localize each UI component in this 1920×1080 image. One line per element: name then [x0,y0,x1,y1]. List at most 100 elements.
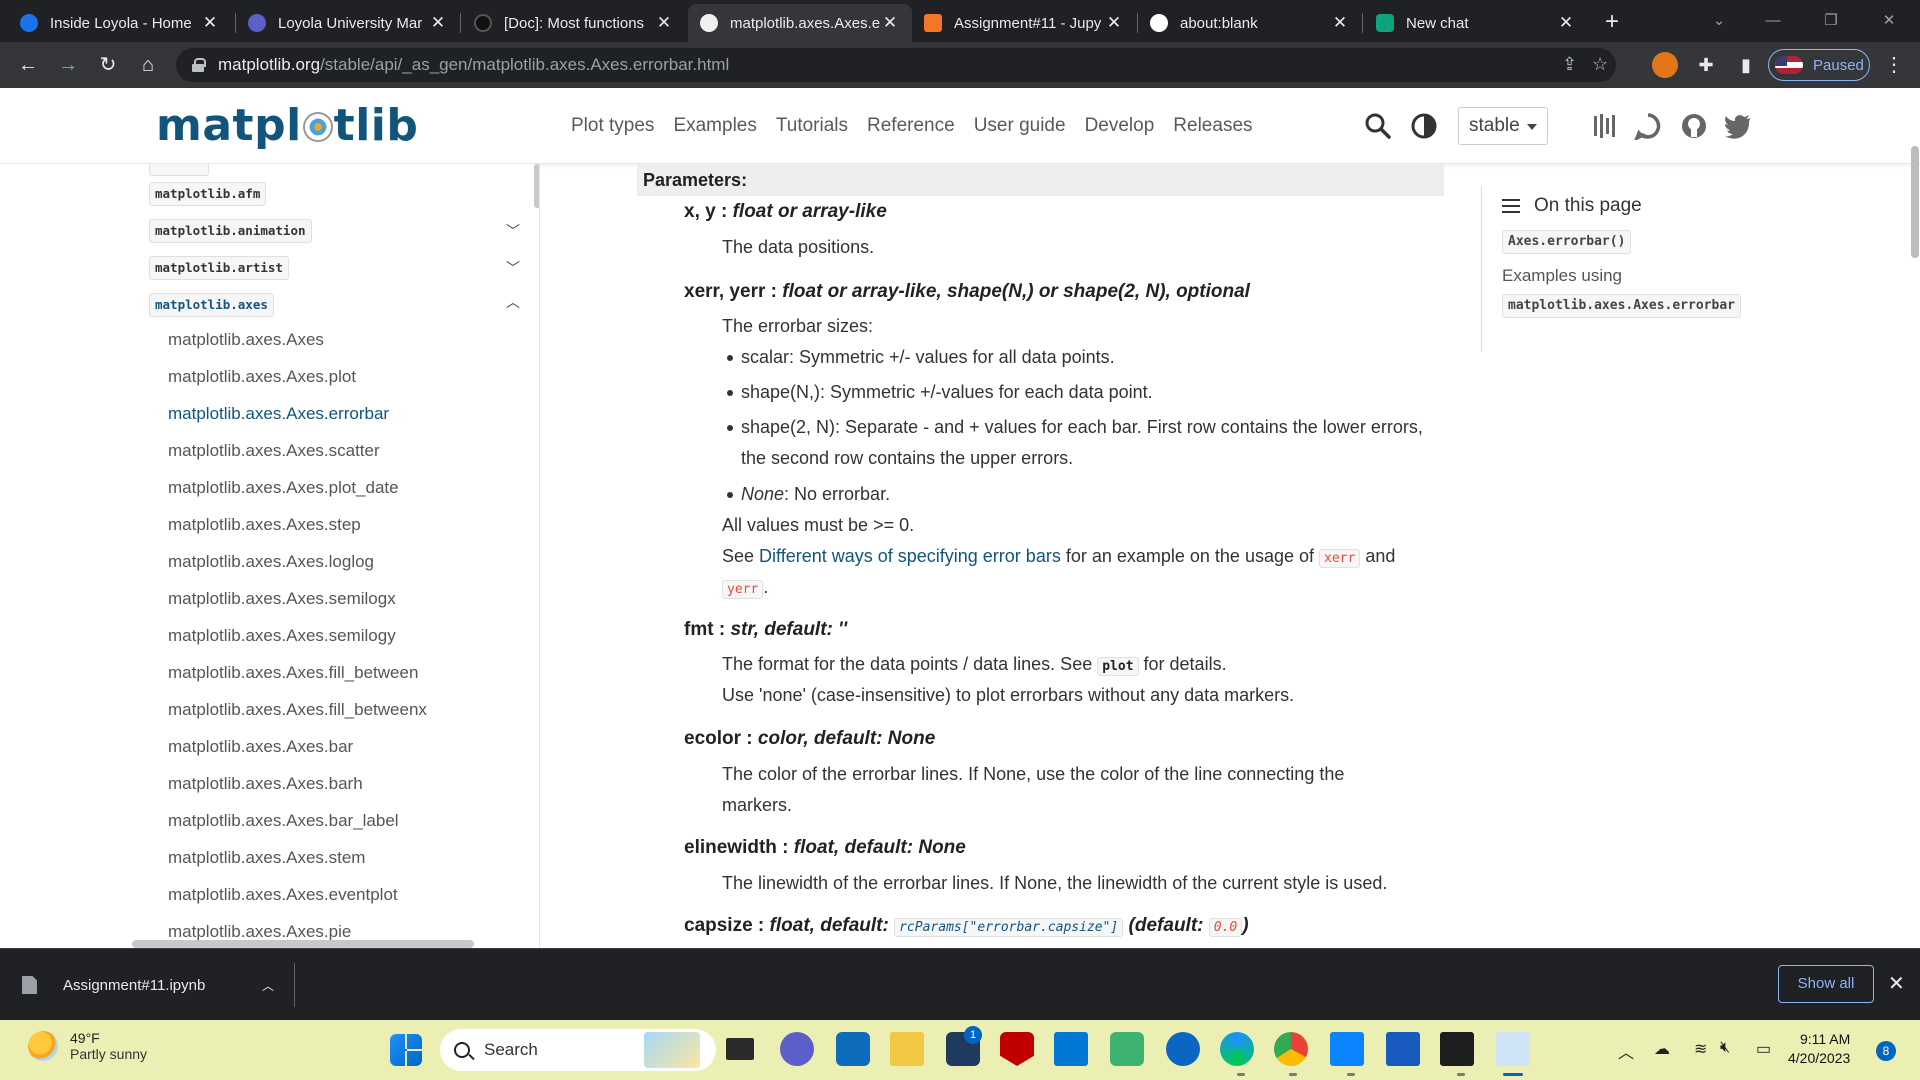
sidebar-item-barh[interactable]: matplotlib.axes.Axes.barh [168,774,363,794]
edge-icon[interactable] [1220,1032,1254,1066]
word-icon[interactable] [1386,1032,1420,1066]
weather-widget[interactable]: 49°F Partly sunny [28,1030,147,1062]
restore-button[interactable]: ❐ [1808,8,1854,34]
sidebar-module-animation[interactable]: matplotlib.animation [149,219,312,243]
sidebar-item-stem[interactable]: matplotlib.axes.Axes.stem [168,848,365,868]
outlook-icon[interactable] [836,1032,870,1066]
profile-button[interactable]: Paused [1768,49,1870,81]
address-bar[interactable]: matplotlib.org/stable/api/_as_gen/matplo… [176,48,1616,82]
sidebar-item-semilogx[interactable]: matplotlib.axes.Axes.semilogx [168,589,396,609]
sidebar-vertical-scrollbar[interactable] [534,164,539,208]
tab-new-chat[interactable]: New chat ✕ [1364,4,1588,42]
plot-code-link[interactable]: plot [1097,657,1139,676]
tab-doc-issue[interactable]: [Doc]: Most functions ✕ [462,4,686,42]
sidebar-item-fill-between[interactable]: matplotlib.axes.Axes.fill_between [168,663,418,683]
terminal-icon[interactable] [1440,1032,1474,1066]
chevron-up-icon[interactable]: ︿ [262,977,274,994]
teams-chat-icon[interactable] [780,1032,814,1066]
nav-tutorials[interactable]: Tutorials [776,115,848,137]
tab-loyola-university[interactable]: Loyola University Mar ✕ [236,4,460,42]
close-tab-icon[interactable]: ✕ [200,13,220,33]
new-tab-button[interactable]: + [1598,8,1626,36]
forum-chat-icon[interactable] [1634,112,1662,140]
search-highlight-icon[interactable] [644,1032,700,1068]
sidebar-item-errorbar[interactable]: matplotlib.axes.Axes.errorbar [168,404,389,424]
sidebar-item-fill-betweenx[interactable]: matplotlib.axes.Axes.fill_betweenx [168,700,427,720]
minimize-button[interactable]: — [1750,8,1796,34]
rcparams-code-link[interactable]: rcParams["errorbar.capsize"] [894,918,1124,937]
windows-start-icon[interactable] [390,1034,422,1066]
toc-link-errorbar[interactable]: Axes.errorbar() [1502,230,1632,254]
close-tab-icon[interactable]: ✕ [1104,13,1124,33]
sidebar-item-axes[interactable]: matplotlib.axes.Axes [168,330,324,350]
task-view-icon[interactable] [726,1038,754,1060]
theme-toggle-icon[interactable] [1410,112,1438,140]
bookmark-star-icon[interactable]: ☆ [1592,54,1608,75]
chevron-up-icon[interactable]: ︿ [504,292,522,310]
tab-about-blank[interactable]: about:blank ✕ [1138,4,1362,42]
tab-inside-loyola[interactable]: Inside Loyola - Home ✕ [8,4,232,42]
close-tab-icon[interactable]: ✕ [1330,13,1350,33]
taskbar-clock[interactable]: 9:11 AM 4/20/2023 [1788,1030,1850,1068]
extensions-puzzle-icon[interactable]: ✚ [1692,51,1720,79]
toc-link-examples[interactable]: Examples using [1502,266,1622,286]
nav-plot-types[interactable]: Plot types [571,115,654,137]
nav-examples[interactable]: Examples [673,115,756,137]
nav-develop[interactable]: Develop [1085,115,1155,137]
sidebar-item-plot[interactable]: matplotlib.axes.Axes.plot [168,367,356,387]
sidebar-item-bar[interactable]: matplotlib.axes.Axes.bar [168,737,353,757]
sidebar-item-step[interactable]: matplotlib.axes.Axes.step [168,515,361,535]
chevron-down-icon[interactable]: ﹀ [504,258,522,276]
nav-user-guide[interactable]: User guide [974,115,1066,137]
more-menu-icon[interactable]: ⋮ [1880,51,1908,79]
snipping-tool-icon[interactable] [1496,1032,1530,1066]
sidebar-item-pie[interactable]: matplotlib.axes.Axes.pie [168,922,351,942]
download-item[interactable]: Assignment#11.ipynb ︿ [22,949,294,1021]
home-icon[interactable]: ⌂ [134,51,162,79]
nav-releases[interactable]: Releases [1173,115,1252,137]
lockdown-l-icon[interactable] [1054,1032,1088,1066]
search-icon[interactable] [1364,112,1392,140]
remote-desktop-icon[interactable] [1110,1032,1144,1066]
sidebar-item-loglog[interactable]: matplotlib.axes.Axes.loglog [168,552,374,572]
close-tab-icon[interactable]: ✕ [1556,13,1576,33]
back-arrow-icon[interactable]: ← [14,51,42,79]
sidebar-item-bar-label[interactable]: matplotlib.axes.Axes.bar_label [168,811,399,831]
sidebar-item-scatter[interactable]: matplotlib.axes.Axes.scatter [168,441,380,461]
close-window-button[interactable]: ✕ [1866,8,1912,34]
side-panel-icon[interactable]: ▮ [1732,51,1760,79]
metamask-extension-icon[interactable] [1652,52,1678,78]
reload-icon[interactable]: ↻ [94,51,122,79]
show-all-button[interactable]: Show all [1778,965,1874,1003]
close-tab-icon[interactable]: ✕ [880,13,900,33]
page-vertical-scrollbar[interactable] [1911,146,1919,258]
twitter-icon[interactable] [1724,112,1752,140]
discourse-bars-icon[interactable] [1590,112,1618,140]
chrome-icon[interactable] [1274,1032,1308,1066]
file-explorer-icon[interactable] [890,1032,924,1066]
tab-assignment-jupyter[interactable]: Assignment#11 - Jupy ✕ [912,4,1136,42]
speaker-muted-icon[interactable]: 🔇︎ [1720,1039,1730,1057]
sidebar-module-partial[interactable] [149,164,209,176]
sidebar-module-artist[interactable]: matplotlib.artist [149,256,289,280]
tab-matplotlib-errorbar[interactable]: matplotlib.axes.Axes.e ✕ [688,4,912,42]
sidebar-module-afm[interactable]: matplotlib.afm [149,182,267,206]
sidebar-horizontal-scrollbar[interactable] [132,940,474,948]
notification-count-badge[interactable]: 8 [1876,1041,1896,1061]
battery-icon[interactable]: ▭ [1756,1039,1771,1059]
toc-link-examples-code[interactable]: matplotlib.axes.Axes.errorbar [1502,294,1741,318]
sidebar-item-plot-date[interactable]: matplotlib.axes.Axes.plot_date [168,478,399,498]
wifi-icon[interactable]: ≋ [1694,1039,1707,1059]
matplotlib-logo[interactable]: matpl tlib [156,100,418,151]
forward-arrow-icon[interactable]: → [54,51,82,79]
tab-search-icon[interactable]: ⌄ [1696,8,1742,34]
close-icon[interactable]: ✕ [1888,971,1905,996]
circle-app-icon[interactable] [1166,1032,1200,1066]
sidebar-item-semilogy[interactable]: matplotlib.axes.Axes.semilogy [168,626,396,646]
share-icon[interactable]: ⇪ [1562,54,1577,75]
close-tab-icon[interactable]: ✕ [428,13,448,33]
error-bars-example-link[interactable]: Different ways of specifying error bars [759,546,1061,566]
github-icon[interactable] [1680,112,1708,140]
nav-reference[interactable]: Reference [867,115,955,137]
notepad-icon[interactable] [1330,1032,1364,1066]
